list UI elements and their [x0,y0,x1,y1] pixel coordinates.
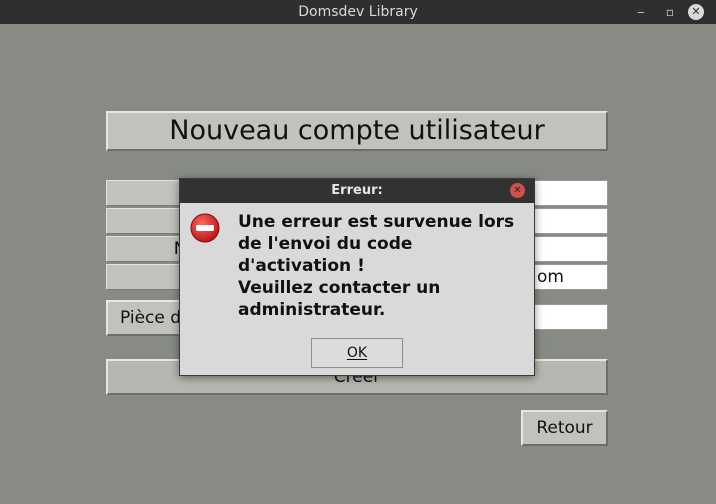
maximize-icon[interactable]: ▫ [661,3,679,21]
error-message: Une erreur est survenue lors de l'envoi … [238,212,515,320]
telephone-field[interactable] [534,236,608,262]
window-titlebar: Domsdev Library ‒ ▫ ✕ [0,0,716,24]
error-dialog: Erreur: ✕ Une erreur est survenue lors d… [179,178,535,376]
ok-button[interactable]: OK [311,338,403,368]
prenom-field[interactable] [534,180,608,206]
error-icon [190,213,220,243]
dialog-title: Erreur: [180,179,534,203]
window-close-icon[interactable]: ✕ [688,4,704,20]
ok-button-label: OK [346,345,368,361]
nom-field[interactable] [534,208,608,234]
minimize-icon[interactable]: ‒ [632,3,650,21]
retour-button[interactable]: Retour [521,410,608,446]
email-field[interactable]: om [534,264,608,290]
page-title: Nouveau compte utilisateur [106,111,608,151]
piece-field[interactable] [534,304,608,330]
dialog-close-icon[interactable]: ✕ [510,183,525,198]
window-title: Domsdev Library [298,4,418,20]
